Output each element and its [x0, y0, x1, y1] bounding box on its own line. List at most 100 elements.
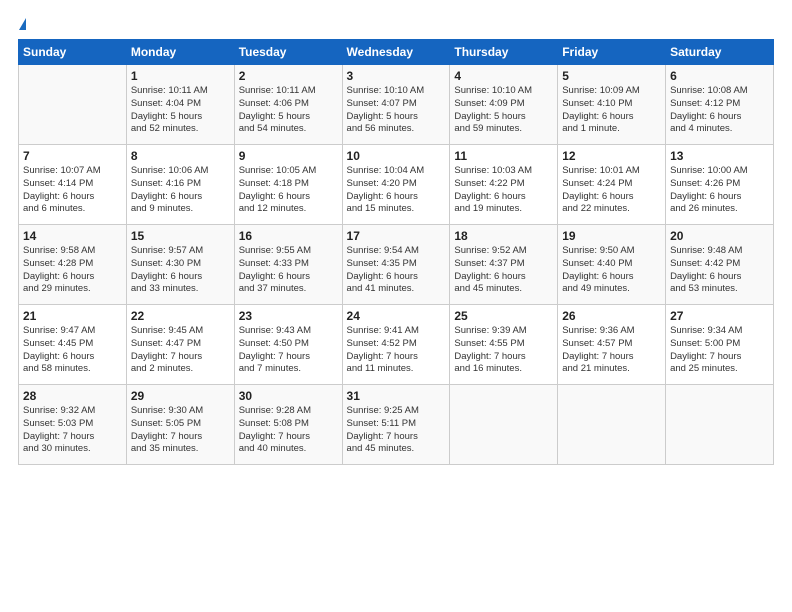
day-cell: 15 Sunrise: 9:57 AM Sunset: 4:30 PM Dayli…	[126, 225, 234, 305]
day-info: Sunrise: 10:05 AM Sunset: 4:18 PM Daylig…	[239, 165, 338, 216]
day-cell: 30 Sunrise: 9:28 AM Sunset: 5:08 PM Dayli…	[234, 385, 342, 465]
day-number: 8	[131, 149, 230, 163]
day-cell: 2Sunrise: 10:11 AM Sunset: 4:06 PM Dayli…	[234, 65, 342, 145]
day-info: Sunrise: 10:09 AM Sunset: 4:10 PM Daylig…	[562, 85, 661, 136]
day-number: 7	[23, 149, 122, 163]
day-cell: 29 Sunrise: 9:30 AM Sunset: 5:05 PM Dayli…	[126, 385, 234, 465]
day-number: 15	[131, 229, 230, 243]
day-cell: 23 Sunrise: 9:43 AM Sunset: 4:50 PM Dayli…	[234, 305, 342, 385]
col-header-saturday: Saturday	[666, 40, 774, 65]
day-info: Sunrise: 10:11 AM Sunset: 4:04 PM Daylig…	[131, 85, 230, 136]
day-number: 5	[562, 69, 661, 83]
col-header-thursday: Thursday	[450, 40, 558, 65]
day-cell: 19Sunrise: 9:50 AM Sunset: 4:40 PM Dayli…	[558, 225, 666, 305]
day-cell: 8 Sunrise: 10:06 AM Sunset: 4:16 PM Dayli…	[126, 145, 234, 225]
day-cell: 16 Sunrise: 9:55 AM Sunset: 4:33 PM Dayli…	[234, 225, 342, 305]
day-cell: 22 Sunrise: 9:45 AM Sunset: 4:47 PM Dayli…	[126, 305, 234, 385]
header	[18, 18, 774, 29]
day-info: Sunrise: 10:01 AM Sunset: 4:24 PM Daylig…	[562, 165, 661, 216]
day-info: Sunrise: 9:28 AM Sunset: 5:08 PM Dayligh…	[239, 405, 338, 456]
day-info: Sunrise: 9:57 AM Sunset: 4:30 PM Dayligh…	[131, 245, 230, 296]
day-info: Sunrise: 9:45 AM Sunset: 4:47 PM Dayligh…	[131, 325, 230, 376]
day-info: Sunrise: 9:52 AM Sunset: 4:37 PM Dayligh…	[454, 245, 553, 296]
day-info: Sunrise: 9:54 AM Sunset: 4:35 PM Dayligh…	[347, 245, 446, 296]
day-number: 1	[131, 69, 230, 83]
day-cell	[558, 385, 666, 465]
day-number: 24	[347, 309, 446, 323]
day-number: 16	[239, 229, 338, 243]
day-number: 4	[454, 69, 553, 83]
day-info: Sunrise: 9:55 AM Sunset: 4:33 PM Dayligh…	[239, 245, 338, 296]
week-row-2: 7 Sunrise: 10:07 AM Sunset: 4:14 PM Dayli…	[19, 145, 774, 225]
day-cell	[450, 385, 558, 465]
day-cell: 31Sunrise: 9:25 AM Sunset: 5:11 PM Dayli…	[342, 385, 450, 465]
day-cell: 28Sunrise: 9:32 AM Sunset: 5:03 PM Dayli…	[19, 385, 127, 465]
day-info: Sunrise: 10:04 AM Sunset: 4:20 PM Daylig…	[347, 165, 446, 216]
day-cell	[19, 65, 127, 145]
day-info: Sunrise: 10:11 AM Sunset: 4:06 PM Daylig…	[239, 85, 338, 136]
day-number: 29	[131, 389, 230, 403]
col-header-tuesday: Tuesday	[234, 40, 342, 65]
day-number: 14	[23, 229, 122, 243]
day-cell: 10Sunrise: 10:04 AM Sunset: 4:20 PM Dayl…	[342, 145, 450, 225]
day-info: Sunrise: 10:10 AM Sunset: 4:07 PM Daylig…	[347, 85, 446, 136]
calendar-table: SundayMondayTuesdayWednesdayThursdayFrid…	[18, 39, 774, 465]
day-number: 13	[670, 149, 769, 163]
day-info: Sunrise: 10:08 AM Sunset: 4:12 PM Daylig…	[670, 85, 769, 136]
week-row-4: 21 Sunrise: 9:47 AM Sunset: 4:45 PM Dayli…	[19, 305, 774, 385]
day-info: Sunrise: 10:06 AM Sunset: 4:16 PM Daylig…	[131, 165, 230, 216]
day-number: 9	[239, 149, 338, 163]
day-cell	[666, 385, 774, 465]
day-info: Sunrise: 9:41 AM Sunset: 4:52 PM Dayligh…	[347, 325, 446, 376]
day-number: 22	[131, 309, 230, 323]
day-info: Sunrise: 10:07 AM Sunset: 4:14 PM Daylig…	[23, 165, 122, 216]
day-number: 21	[23, 309, 122, 323]
day-cell: 14 Sunrise: 9:58 AM Sunset: 4:28 PM Dayli…	[19, 225, 127, 305]
day-info: Sunrise: 10:10 AM Sunset: 4:09 PM Daylig…	[454, 85, 553, 136]
col-header-sunday: Sunday	[19, 40, 127, 65]
day-info: Sunrise: 9:36 AM Sunset: 4:57 PM Dayligh…	[562, 325, 661, 376]
day-info: Sunrise: 9:48 AM Sunset: 4:42 PM Dayligh…	[670, 245, 769, 296]
day-cell: 6 Sunrise: 10:08 AM Sunset: 4:12 PM Dayli…	[666, 65, 774, 145]
day-number: 25	[454, 309, 553, 323]
day-number: 27	[670, 309, 769, 323]
col-header-wednesday: Wednesday	[342, 40, 450, 65]
col-header-friday: Friday	[558, 40, 666, 65]
day-number: 11	[454, 149, 553, 163]
day-cell: 17 Sunrise: 9:54 AM Sunset: 4:35 PM Dayli…	[342, 225, 450, 305]
day-number: 23	[239, 309, 338, 323]
day-info: Sunrise: 10:00 AM Sunset: 4:26 PM Daylig…	[670, 165, 769, 216]
day-info: Sunrise: 9:39 AM Sunset: 4:55 PM Dayligh…	[454, 325, 553, 376]
logo	[18, 18, 26, 29]
day-cell: 21 Sunrise: 9:47 AM Sunset: 4:45 PM Dayli…	[19, 305, 127, 385]
col-header-monday: Monday	[126, 40, 234, 65]
day-number: 26	[562, 309, 661, 323]
day-cell: 24 Sunrise: 9:41 AM Sunset: 4:52 PM Dayli…	[342, 305, 450, 385]
week-row-1: 1 Sunrise: 10:11 AM Sunset: 4:04 PM Dayli…	[19, 65, 774, 145]
day-cell: 1 Sunrise: 10:11 AM Sunset: 4:04 PM Dayli…	[126, 65, 234, 145]
day-cell: 12Sunrise: 10:01 AM Sunset: 4:24 PM Dayl…	[558, 145, 666, 225]
day-info: Sunrise: 9:47 AM Sunset: 4:45 PM Dayligh…	[23, 325, 122, 376]
day-cell: 25 Sunrise: 9:39 AM Sunset: 4:55 PM Dayli…	[450, 305, 558, 385]
day-info: Sunrise: 9:43 AM Sunset: 4:50 PM Dayligh…	[239, 325, 338, 376]
day-cell: 11 Sunrise: 10:03 AM Sunset: 4:22 PM Dayl…	[450, 145, 558, 225]
day-number: 28	[23, 389, 122, 403]
day-info: Sunrise: 9:58 AM Sunset: 4:28 PM Dayligh…	[23, 245, 122, 296]
week-row-3: 14 Sunrise: 9:58 AM Sunset: 4:28 PM Dayli…	[19, 225, 774, 305]
day-number: 17	[347, 229, 446, 243]
day-number: 30	[239, 389, 338, 403]
day-number: 6	[670, 69, 769, 83]
day-number: 3	[347, 69, 446, 83]
day-cell: 13 Sunrise: 10:00 AM Sunset: 4:26 PM Dayl…	[666, 145, 774, 225]
day-info: Sunrise: 9:30 AM Sunset: 5:05 PM Dayligh…	[131, 405, 230, 456]
day-number: 20	[670, 229, 769, 243]
header-row: SundayMondayTuesdayWednesdayThursdayFrid…	[19, 40, 774, 65]
day-info: Sunrise: 9:50 AM Sunset: 4:40 PM Dayligh…	[562, 245, 661, 296]
day-cell: 27Sunrise: 9:34 AM Sunset: 5:00 PM Dayli…	[666, 305, 774, 385]
day-info: Sunrise: 10:03 AM Sunset: 4:22 PM Daylig…	[454, 165, 553, 216]
day-cell: 5 Sunrise: 10:09 AM Sunset: 4:10 PM Dayli…	[558, 65, 666, 145]
day-cell: 4 Sunrise: 10:10 AM Sunset: 4:09 PM Dayli…	[450, 65, 558, 145]
week-row-5: 28Sunrise: 9:32 AM Sunset: 5:03 PM Dayli…	[19, 385, 774, 465]
day-cell: 20 Sunrise: 9:48 AM Sunset: 4:42 PM Dayli…	[666, 225, 774, 305]
day-number: 31	[347, 389, 446, 403]
